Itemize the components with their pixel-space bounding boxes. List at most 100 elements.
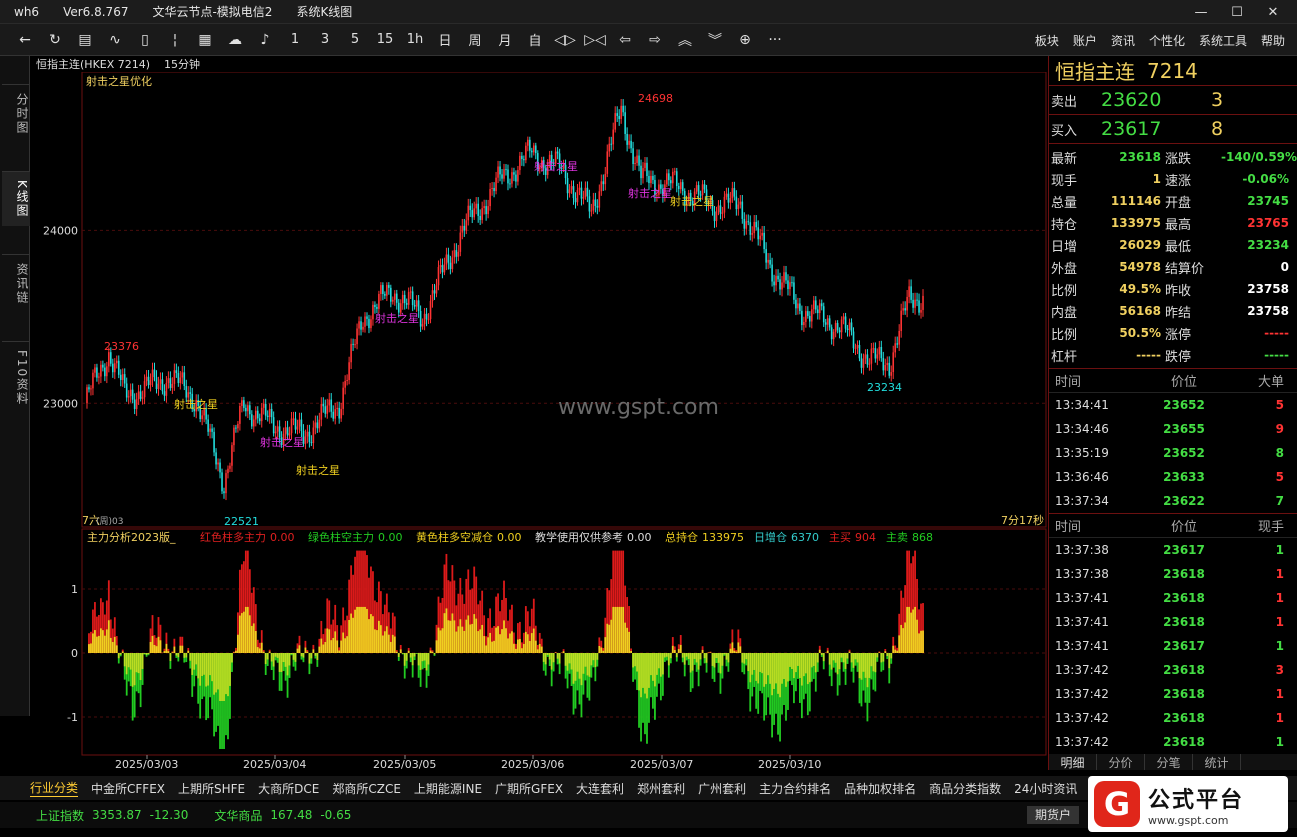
- exchange-tab[interactable]: 商品分类指数: [929, 780, 1001, 797]
- period-select[interactable]: 15分钟: [164, 56, 200, 72]
- menu-personalize[interactable]: 个性化: [1149, 32, 1185, 49]
- menu-help[interactable]: 帮助: [1261, 32, 1285, 49]
- tab-by-price[interactable]: 分价: [1097, 754, 1145, 770]
- tick-row[interactable]: 13:37:42 23618 3: [1049, 658, 1297, 682]
- menu-account[interactable]: 账户: [1073, 32, 1097, 49]
- list-icon[interactable]: ▤: [70, 28, 100, 52]
- histogram-bar: [429, 650, 432, 653]
- bell-icon[interactable]: ♪: [250, 28, 280, 52]
- period-week-button[interactable]: 周: [460, 30, 490, 49]
- candle-body: [306, 431, 309, 437]
- kline-chart[interactable]: 240002300024698225212323423376射击之星射击之星射击…: [30, 72, 1047, 770]
- period-1min-button[interactable]: 1: [280, 32, 310, 47]
- scroll-left-icon[interactable]: ⇦: [610, 28, 640, 52]
- candle-icon[interactable]: ¦: [160, 28, 190, 52]
- instrument-label[interactable]: 恒指主连(HKEX 7214): [36, 56, 150, 72]
- table-icon[interactable]: ▦: [190, 28, 220, 52]
- big-order-row[interactable]: 13:35:19 23652 8: [1049, 441, 1297, 465]
- tick-price: 23617: [1163, 639, 1205, 653]
- candle-body: [346, 380, 348, 382]
- quote-stats: 最新 23618 涨跌 -140/0.59% 现手 1 速涨 -0.06% 总量 111146 开盘…: [1049, 144, 1297, 369]
- exchange-tab[interactable]: 郑州套利: [637, 780, 685, 797]
- period-3min-button[interactable]: 3: [310, 32, 340, 47]
- candle-body: [773, 281, 775, 286]
- tab-timeshare[interactable]: 分时图: [2, 84, 30, 143]
- period-month-button[interactable]: 月: [490, 30, 520, 49]
- candle-body: [866, 354, 869, 365]
- candle-body: [824, 322, 827, 325]
- tab-kline[interactable]: K线图: [2, 171, 30, 226]
- exchange-tab[interactable]: 行业分类: [30, 779, 79, 797]
- more-icon[interactable]: ···: [760, 28, 790, 52]
- candle-body: [681, 182, 684, 191]
- candle-body: [268, 408, 271, 418]
- bar-chart-icon[interactable]: ▯: [130, 28, 160, 52]
- back-arrow-icon[interactable]: ←: [10, 28, 40, 52]
- period-custom-button[interactable]: 自: [520, 30, 550, 49]
- candle-body: [213, 431, 215, 453]
- big-order-row[interactable]: 13:34:46 23655 9: [1049, 417, 1297, 441]
- minimize-button[interactable]: —: [1183, 5, 1219, 20]
- menu-news[interactable]: 资讯: [1111, 32, 1135, 49]
- period-1h-button[interactable]: 1h: [400, 32, 430, 47]
- sub-indicator-value: 0.00: [378, 531, 403, 544]
- candle-body: [328, 399, 331, 406]
- histogram-bar: [455, 631, 458, 653]
- candle-body: [338, 407, 340, 419]
- menu-system-tools[interactable]: 系统工具: [1199, 32, 1247, 49]
- tab-by-trade[interactable]: 分笔: [1145, 754, 1193, 770]
- bid-row[interactable]: 买入 23617 8: [1049, 115, 1297, 144]
- close-button[interactable]: ✕: [1255, 5, 1291, 20]
- histogram-bar: [499, 634, 501, 653]
- tab-f10[interactable]: F10资料: [2, 340, 30, 414]
- period-day-button[interactable]: 日: [430, 30, 460, 49]
- tick-row[interactable]: 13:37:42 23618 1: [1049, 706, 1297, 730]
- big-order-row[interactable]: 13:36:46 23633 5: [1049, 465, 1297, 489]
- zoom-out-icon[interactable]: ▷◁: [580, 28, 610, 52]
- candle-body: [342, 387, 344, 409]
- tick-row[interactable]: 13:37:42 23618 1: [1049, 682, 1297, 706]
- up-icon[interactable]: ︽: [670, 28, 700, 52]
- maximize-button[interactable]: ☐: [1219, 5, 1255, 20]
- exchange-tab[interactable]: 主力合约排名: [759, 780, 831, 797]
- tick-row[interactable]: 13:37:41 23617 1: [1049, 634, 1297, 658]
- candle-body: [137, 391, 140, 400]
- tick-row[interactable]: 13:37:41 23618 1: [1049, 610, 1297, 634]
- menu-sector[interactable]: 板块: [1035, 32, 1059, 49]
- exchange-tab[interactable]: 大商所DCE: [258, 780, 319, 797]
- futures-account-button[interactable]: 期货户: [1027, 806, 1080, 824]
- refresh-icon[interactable]: ↻: [40, 28, 70, 52]
- line-chart-icon[interactable]: ∿: [100, 28, 130, 52]
- exchange-tab[interactable]: 24小时资讯: [1014, 780, 1077, 797]
- tick-row[interactable]: 13:37:38 23617 1: [1049, 538, 1297, 562]
- ask-row[interactable]: 卖出 23620 3: [1049, 86, 1297, 115]
- stat-value: 23758: [1247, 282, 1289, 296]
- cloud-icon[interactable]: ☁: [220, 28, 250, 52]
- tab-statistics[interactable]: 统计: [1193, 754, 1241, 770]
- crosshair-icon[interactable]: ⊕: [730, 28, 760, 52]
- tick-row[interactable]: 13:37:42 23618 1: [1049, 730, 1297, 754]
- tick-row[interactable]: 13:37:38 23618 1: [1049, 562, 1297, 586]
- big-order-row[interactable]: 13:37:34 23622 7: [1049, 489, 1297, 513]
- zoom-in-icon[interactable]: ◁▷: [550, 28, 580, 52]
- scroll-right-icon[interactable]: ⇨: [640, 28, 670, 52]
- tab-news-chain[interactable]: 资讯链: [2, 253, 30, 313]
- down-icon[interactable]: ︾: [700, 28, 730, 52]
- exchange-tab[interactable]: 郑商所CZCE: [332, 780, 401, 797]
- tab-detail[interactable]: 明细: [1049, 754, 1097, 770]
- exchange-tab[interactable]: 上期能源INE: [414, 780, 482, 797]
- big-order-row[interactable]: 13:34:41 23652 5: [1049, 393, 1297, 417]
- period-5min-button[interactable]: 5: [340, 32, 370, 47]
- exchange-tab[interactable]: 中金所CFFEX: [91, 780, 165, 797]
- exchange-tab[interactable]: 大连套利: [576, 780, 624, 797]
- period-15min-button[interactable]: 15: [370, 32, 400, 47]
- exchange-tab[interactable]: 广州套利: [698, 780, 746, 797]
- histogram-bar: [262, 651, 265, 653]
- exchange-tab[interactable]: 广期所GFEX: [495, 780, 563, 797]
- chart-area[interactable]: 恒指主连(HKEX 7214) 15分钟 24000 23000 24698 2252…: [30, 56, 1047, 770]
- histogram-bar: [797, 653, 799, 666]
- tick-row[interactable]: 13:37:41 23618 1: [1049, 586, 1297, 610]
- exchange-tab[interactable]: 品种加权排名: [844, 780, 916, 797]
- histogram-bar: [348, 620, 351, 653]
- exchange-tab[interactable]: 上期所SHFE: [178, 780, 245, 797]
